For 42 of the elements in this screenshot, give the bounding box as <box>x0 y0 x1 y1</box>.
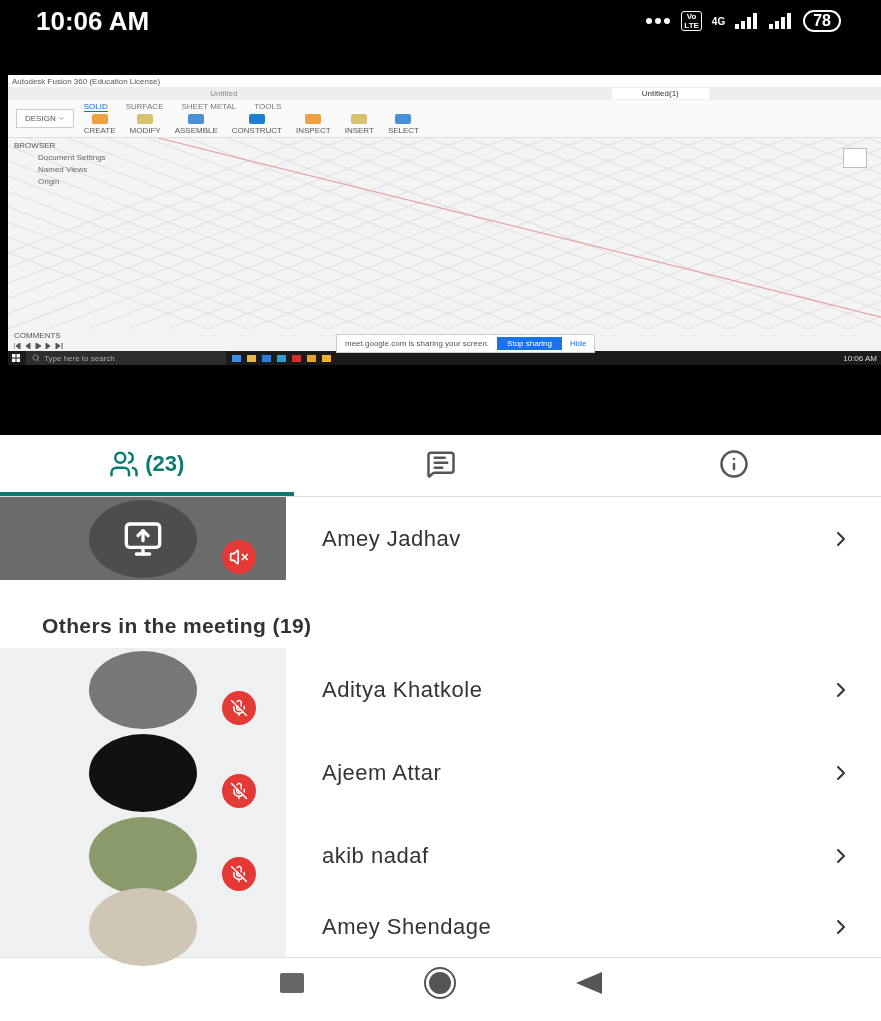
windows-logo-icon[interactable] <box>12 354 20 362</box>
tool-group-label[interactable]: ASSEMBLE <box>174 126 218 135</box>
tool-icon[interactable] <box>188 114 205 124</box>
browser-title: BROWSER <box>14 141 57 150</box>
comments-label: COMMENTS <box>14 331 62 340</box>
taskbar-clock: 10:06 AM <box>843 353 877 363</box>
more-icon <box>645 17 672 25</box>
recents-button[interactable] <box>279 973 304 993</box>
network-type: 4G <box>711 15 726 27</box>
tool-icon[interactable] <box>248 114 265 124</box>
browser-item[interactable]: Document Settings <box>14 153 172 162</box>
battery-level: 78 <box>803 10 841 32</box>
caret-icon <box>57 115 65 122</box>
ribbon-tab[interactable]: SURFACE <box>125 102 164 112</box>
tool-group-label[interactable]: INSPECT <box>296 126 331 135</box>
taskbar-search-field[interactable]: Type here to search <box>26 351 226 365</box>
workspace-dropdown[interactable]: DESIGN <box>16 109 74 128</box>
hide-button[interactable]: Hide <box>570 339 587 348</box>
signal-icon <box>769 13 794 29</box>
tool-group-label[interactable]: CREATE <box>83 126 116 135</box>
home-button[interactable] <box>422 966 457 1000</box>
back-button[interactable] <box>575 972 602 994</box>
tool-group-label[interactable]: SELECT <box>387 126 419 135</box>
search-icon <box>32 354 40 362</box>
ribbon-tab[interactable]: SOLID <box>83 102 108 112</box>
section-title: Others in the meeting (19) <box>41 613 313 639</box>
info-icon <box>719 448 750 479</box>
browser-item[interactable]: Origin <box>14 177 172 186</box>
tool-group-label[interactable]: MODIFY <box>129 126 161 135</box>
tool-group-label[interactable]: INSERT <box>344 126 374 135</box>
ribbon-tab[interactable]: TOOLS <box>254 102 282 112</box>
browser-item[interactable]: Named Views <box>14 165 172 174</box>
tool-icon[interactable] <box>395 114 412 124</box>
signal-icon <box>735 13 760 29</box>
share-message: meet.google.com is sharing your screen. <box>345 339 490 348</box>
document-tab[interactable]: Untitled(1) <box>611 88 709 99</box>
clock: 10:06 AM <box>36 5 150 37</box>
window-title: Autodesk Fusion 360 (Education License) <box>12 76 161 86</box>
ribbon-tab[interactable]: SHEET METAL <box>181 102 237 112</box>
tool-group-label[interactable]: CONSTRUCT <box>231 126 282 135</box>
volte-indicator: Vo LTE <box>681 11 702 31</box>
stop-sharing-button[interactable]: Stop sharing <box>497 337 562 350</box>
